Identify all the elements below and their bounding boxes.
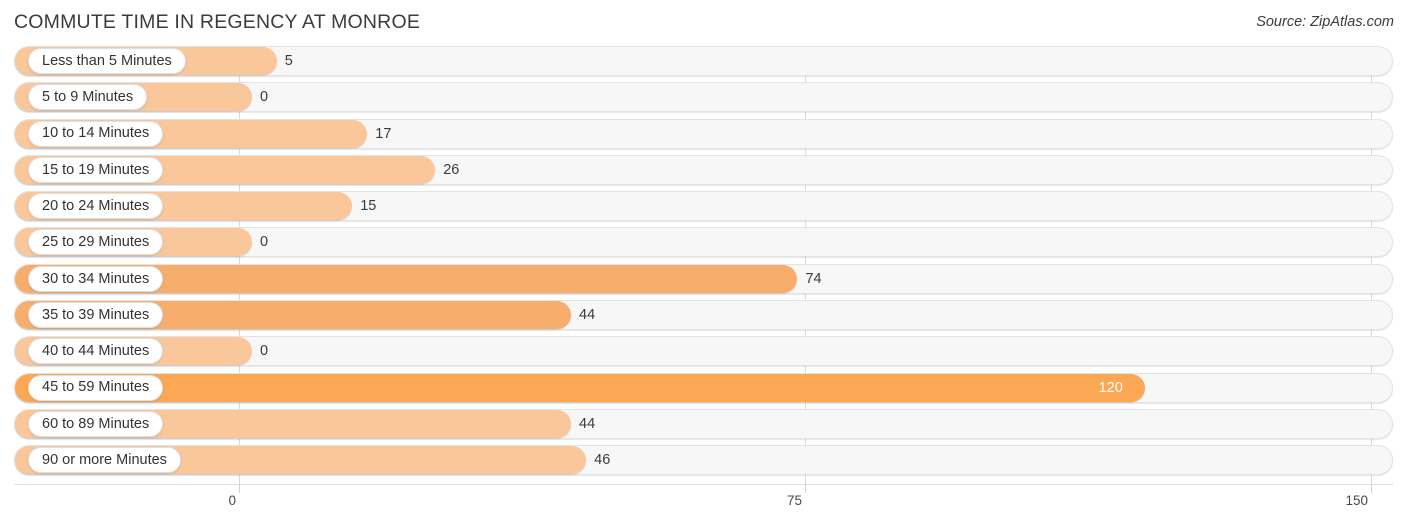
plot-area: Less than 5 Minutes 5 5 to 9 Minutes 0 10 to… xyxy=(0,46,1406,484)
bar-row: 45 to 59 Minutes 120 xyxy=(0,372,1406,403)
page-title: COMMUTE TIME IN REGENCY AT MONROE xyxy=(14,11,421,33)
bar-fill xyxy=(15,373,1145,402)
bar-value-label: 46 xyxy=(594,452,611,469)
bar-category-label: 60 to 89 Minutes xyxy=(28,410,164,437)
bar-category-label-text: 60 to 89 Minutes xyxy=(42,415,150,432)
bar-category-label: 35 to 39 Minutes xyxy=(28,302,164,329)
bar-value-label: 5 xyxy=(284,53,293,69)
bar-category-label: Less than 5 Minutes xyxy=(28,48,186,74)
axis-tick-mark xyxy=(239,484,240,493)
source-attribution: Source: ZipAtlas.com xyxy=(1256,14,1394,30)
bar-category-label: 40 to 44 Minutes xyxy=(28,338,164,365)
bar-category-label-text: 35 to 39 Minutes xyxy=(42,306,150,323)
bar-category-label-text: 45 to 59 Minutes xyxy=(42,379,150,396)
bar-category-label: 20 to 24 Minutes xyxy=(28,193,164,220)
bar-category-label-text: Less than 5 Minutes xyxy=(42,52,172,69)
bar-row: 15 to 19 Minutes 26 xyxy=(0,154,1406,185)
bar-row: 20 to 24 Minutes 15 xyxy=(0,191,1406,222)
axis-tick-mark xyxy=(805,484,806,493)
axis-tick-label: 0 xyxy=(228,493,236,508)
bar-row: 30 to 34 Minutes 74 xyxy=(0,263,1406,294)
bar-row: 90 or more Minutes 46 xyxy=(0,445,1406,476)
bar-category-label: 5 to 9 Minutes xyxy=(28,84,148,111)
axis-tick-mark xyxy=(1371,484,1372,493)
x-axis: 0 75 150 xyxy=(0,484,1406,523)
bar-category-label-text: 30 to 34 Minutes xyxy=(42,270,150,287)
bar-value-label: 26 xyxy=(443,161,460,178)
axis-line xyxy=(14,484,1393,485)
bar-value-label: 44 xyxy=(579,307,596,324)
bar-value-label: 0 xyxy=(260,89,269,106)
bar-row: 40 to 44 Minutes 0 xyxy=(0,336,1406,367)
bar-row: 60 to 89 Minutes 44 xyxy=(0,408,1406,439)
bar-row-list: Less than 5 Minutes 5 5 to 9 Minutes 0 10 to… xyxy=(0,46,1406,484)
bar-row: 25 to 29 Minutes 0 xyxy=(0,227,1406,258)
bar-category-label-text: 90 or more Minutes xyxy=(42,452,167,469)
bar-category-label: 45 to 59 Minutes xyxy=(28,374,164,401)
bar-value-label: 0 xyxy=(260,343,269,360)
bar-row: 35 to 39 Minutes 44 xyxy=(0,300,1406,331)
bar-value-label: 74 xyxy=(805,270,822,287)
bar-category-label: 90 or more Minutes xyxy=(28,447,181,474)
bar-row: Less than 5 Minutes 5 xyxy=(0,46,1406,76)
bar-row: 10 to 14 Minutes 17 xyxy=(0,118,1406,149)
bar-value-label: 15 xyxy=(360,198,377,215)
bar-category-label: 30 to 34 Minutes xyxy=(28,265,164,292)
axis-tick-label: 150 xyxy=(1345,493,1368,508)
bar-row: 5 to 9 Minutes 0 xyxy=(0,82,1406,113)
bar-category-label-text: 20 to 24 Minutes xyxy=(42,197,150,214)
bar-category-label-text: 5 to 9 Minutes xyxy=(42,89,134,106)
bar-category-label-text: 10 to 14 Minutes xyxy=(42,125,150,142)
bar-value-label: 0 xyxy=(260,234,269,251)
chart-header: COMMUTE TIME IN REGENCY AT MONROE Source… xyxy=(0,0,1406,46)
axis-tick-label: 75 xyxy=(786,493,802,508)
bar-category-label: 25 to 29 Minutes xyxy=(28,229,164,256)
bar-category-label-text: 25 to 29 Minutes xyxy=(42,234,150,251)
bar-category-label-text: 40 to 44 Minutes xyxy=(42,343,150,360)
bar-value-label: 120 xyxy=(1098,379,1123,396)
bar-category-label-text: 15 to 19 Minutes xyxy=(42,161,150,178)
bar-category-label: 15 to 19 Minutes xyxy=(28,156,164,183)
bar-category-label: 10 to 14 Minutes xyxy=(28,120,164,147)
bar-value-label: 17 xyxy=(375,125,392,142)
bar-value-label: 44 xyxy=(579,415,596,432)
